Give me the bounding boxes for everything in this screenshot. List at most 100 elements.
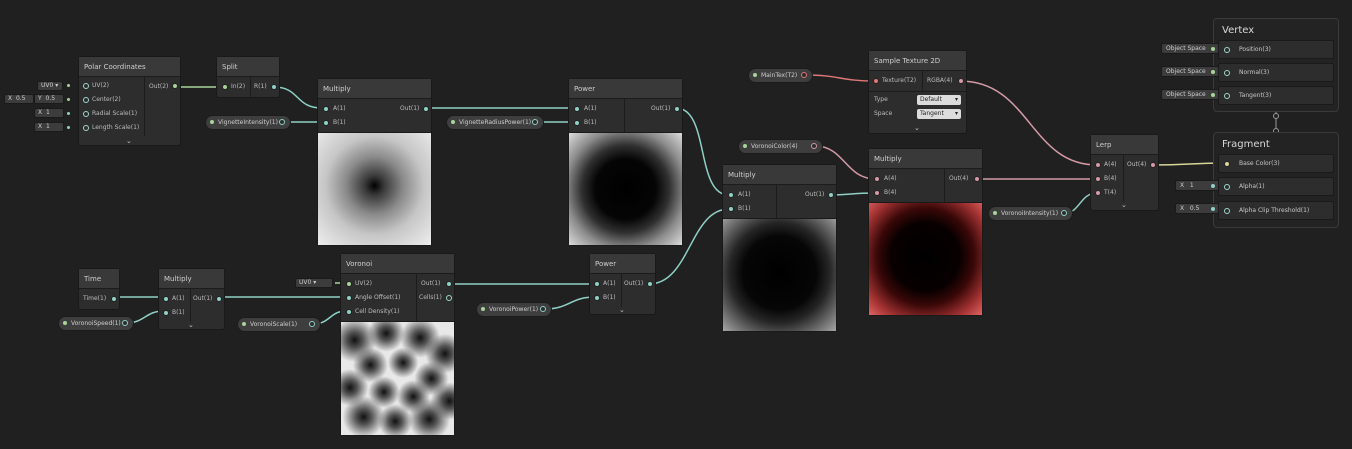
port-icon[interactable] — [647, 281, 653, 287]
chevron-down-icon[interactable]: ⌄ — [914, 124, 920, 132]
multiply-node[interactable]: Multiply A(4) B(4) Out(4) — [868, 148, 983, 316]
port-label: Out(1) — [624, 280, 644, 287]
vertex-slot-normal[interactable]: Normal(3) — [1218, 63, 1334, 82]
port-icon[interactable] — [163, 310, 169, 316]
port-icon[interactable] — [279, 119, 285, 125]
port-icon[interactable] — [1061, 210, 1067, 216]
port-icon[interactable] — [828, 192, 834, 198]
port-icon[interactable] — [446, 295, 452, 301]
port-icon[interactable] — [172, 83, 178, 89]
port-icon[interactable] — [1150, 162, 1156, 168]
port-icon[interactable] — [540, 306, 546, 312]
space-tag[interactable]: Object Space — [1161, 89, 1219, 100]
port-icon[interactable] — [574, 106, 580, 112]
property-voronoi-intensity[interactable]: VoronoiIntensity(1) — [988, 206, 1073, 221]
port-icon[interactable] — [1095, 176, 1101, 182]
port-icon[interactable] — [346, 281, 352, 287]
property-main-tex[interactable]: MainTex(T2) — [748, 68, 813, 83]
port-icon[interactable] — [222, 84, 228, 90]
space-tag[interactable]: Object Space — [1161, 43, 1219, 54]
space-tag[interactable]: Object Space — [1161, 66, 1219, 77]
power-node[interactable]: Power A(1) B(1) Out(1) — [568, 78, 683, 246]
fragment-slot-base-color[interactable]: Base Color(3) — [1218, 154, 1334, 173]
port-icon — [1211, 207, 1215, 211]
voronoi-node[interactable]: Voronoi UV(2) Angle Offset(1) Cell Densi… — [340, 253, 455, 436]
port-icon[interactable] — [532, 119, 538, 125]
center-x-field[interactable]: X 0.5 — [4, 94, 34, 104]
port-icon[interactable] — [1095, 190, 1101, 196]
port-icon[interactable] — [446, 281, 452, 287]
port-icon[interactable] — [674, 106, 680, 112]
port-icon[interactable] — [958, 78, 964, 84]
port-icon[interactable] — [1224, 161, 1230, 167]
fragment-slot-alpha-clip[interactable]: Alpha Clip Threshold(1) — [1218, 201, 1334, 220]
fragment-slot-alpha[interactable]: Alpha(1) — [1218, 177, 1334, 196]
vertex-slot-position[interactable]: Position(3) — [1218, 40, 1334, 59]
port-icon[interactable] — [346, 295, 352, 301]
port-icon[interactable] — [574, 120, 580, 126]
alpha-value-field[interactable]: X 1 — [1175, 180, 1219, 191]
chevron-down-icon[interactable]: ⌄ — [188, 321, 194, 329]
port-icon[interactable] — [83, 83, 89, 89]
port-icon[interactable] — [1224, 93, 1230, 99]
vertex-slot-tangent[interactable]: Tangent(3) — [1218, 86, 1334, 105]
port-icon[interactable] — [1224, 70, 1230, 76]
radial-scale-field[interactable]: X 1 — [34, 108, 64, 118]
port-icon[interactable] — [83, 125, 89, 131]
port-icon[interactable] — [874, 190, 880, 196]
uv-channel-dropdown[interactable]: UV0 ▾ — [37, 81, 63, 91]
port-icon[interactable] — [323, 106, 329, 112]
property-vignette-intensity[interactable]: VignetteIntensity(1) — [205, 115, 291, 130]
port-icon — [66, 125, 71, 130]
property-voronoi-scale[interactable]: VoronoiScale(1) — [237, 317, 321, 332]
port-icon[interactable] — [728, 206, 734, 212]
multiply-node[interactable]: Multiply A(1) B(1) Out(1) ⌄ — [158, 268, 225, 330]
port-icon[interactable] — [1224, 47, 1230, 53]
uv-channel-dropdown[interactable]: UV0 ▾ — [295, 278, 333, 288]
port-icon[interactable] — [216, 296, 222, 302]
property-vignette-radius-power[interactable]: VignetteRadiusPower(1) — [446, 115, 544, 130]
port-icon[interactable] — [873, 78, 879, 84]
alpha-clip-value-field[interactable]: X 0.5 — [1175, 203, 1219, 214]
port-icon[interactable] — [811, 143, 817, 149]
property-voronoi-color[interactable]: VoronoiColor(4) — [738, 139, 823, 154]
port-icon[interactable] — [323, 120, 329, 126]
time-node[interactable]: Time Time(1) — [78, 268, 120, 310]
length-scale-field[interactable]: X 1 — [34, 122, 64, 132]
port-icon[interactable] — [83, 111, 89, 117]
power-node[interactable]: Power A(1) B(1) Out(1) ⌄ — [589, 253, 656, 315]
port-icon[interactable] — [728, 192, 734, 198]
port-icon[interactable] — [122, 320, 128, 326]
chevron-down-icon[interactable]: ⌄ — [126, 137, 132, 145]
port-icon[interactable] — [83, 97, 89, 103]
port-icon[interactable] — [594, 281, 600, 287]
port-icon[interactable] — [974, 176, 980, 182]
chevron-down-icon[interactable]: ⌄ — [619, 306, 625, 314]
port-icon[interactable] — [1095, 162, 1101, 168]
polar-coordinates-node[interactable]: Polar Coordinates UV(2) Center(2) Radial… — [78, 56, 181, 146]
chevron-down-icon[interactable]: ⌄ — [1121, 201, 1127, 209]
port-icon[interactable] — [1224, 208, 1230, 214]
type-dropdown[interactable]: Default ▾ — [917, 95, 961, 105]
port-icon[interactable] — [801, 72, 807, 78]
center-y-field[interactable]: Y 0.5 — [34, 94, 64, 104]
port-icon[interactable] — [271, 84, 277, 90]
sample-texture-2d-node[interactable]: Sample Texture 2D Texture(T2) RGBA(4) Ty… — [868, 50, 967, 134]
port-icon[interactable] — [874, 176, 880, 182]
port-icon[interactable] — [346, 309, 352, 315]
lerp-node[interactable]: Lerp A(4) B(4) T(4) Out(4) ⌄ — [1090, 134, 1159, 211]
port-icon[interactable] — [594, 295, 600, 301]
port-icon[interactable] — [163, 296, 169, 302]
vertex-block: Vertex Position(3) Normal(3) Tangent(3) — [1213, 18, 1339, 112]
port-icon[interactable] — [1224, 184, 1230, 190]
split-node[interactable]: Split In(2) R(1) — [216, 56, 280, 98]
property-voronoi-speed[interactable]: VoronoiSpeed(1) — [58, 316, 134, 331]
port-icon[interactable] — [111, 296, 117, 302]
multiply-node[interactable]: Multiply A(1) B(1) Out(1) — [317, 78, 432, 246]
port-icon[interactable] — [423, 106, 429, 112]
property-voronoi-power[interactable]: VoronoiPower(1) — [476, 302, 552, 317]
port-icon[interactable] — [309, 321, 315, 327]
port-label: Angle Offset(1) — [355, 294, 401, 301]
space-dropdown[interactable]: Tangent ▾ — [917, 109, 961, 119]
multiply-node[interactable]: Multiply A(1) B(1) Out(1) — [722, 164, 837, 332]
